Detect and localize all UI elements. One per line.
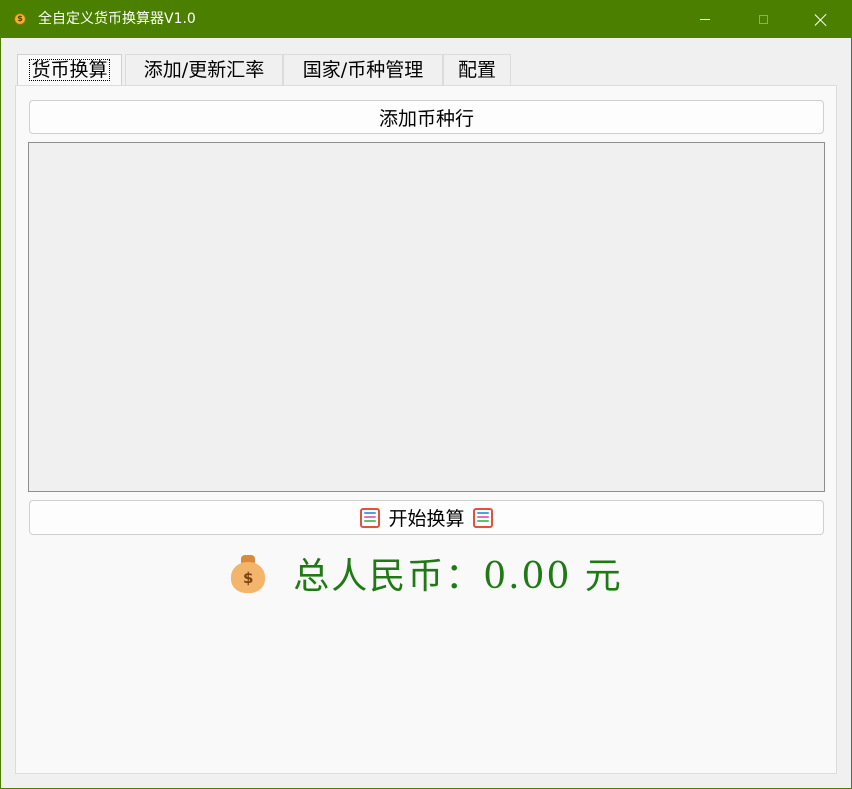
tab-settings[interactable]: 配置 bbox=[443, 54, 511, 85]
title-bar[interactable]: $ 全自定义货币换算器V1.0 bbox=[1, 1, 851, 38]
app-window: $ 全自定义货币换算器V1.0 添加币种行 开始换算 $ 总人民币：0.00 元… bbox=[0, 0, 852, 789]
tab-label: 配置 bbox=[457, 59, 496, 81]
close-button[interactable] bbox=[792, 1, 850, 38]
start-conversion-button[interactable]: 开始换算 bbox=[29, 500, 824, 535]
tab-label: 添加/更新汇率 bbox=[143, 59, 265, 81]
minimize-icon bbox=[700, 19, 710, 20]
tab-content-panel: 添加币种行 开始换算 $ 总人民币：0.00 元 bbox=[15, 85, 837, 774]
tab-country-currency-management[interactable]: 国家/币种管理 bbox=[283, 54, 443, 85]
abacus-icon bbox=[360, 507, 381, 528]
abacus-icon bbox=[472, 507, 493, 528]
close-icon bbox=[814, 13, 828, 27]
minimize-button[interactable] bbox=[676, 1, 734, 38]
add-currency-row-label: 添加币种行 bbox=[378, 107, 474, 130]
window-title: 全自定义货币换算器V1.0 bbox=[38, 11, 196, 27]
tab-currency-conversion[interactable]: 货币换算 bbox=[17, 54, 122, 85]
currency-rows-area[interactable] bbox=[28, 142, 825, 492]
tab-add-update-rates[interactable]: 添加/更新汇率 bbox=[125, 54, 283, 85]
add-currency-row-button[interactable]: 添加币种行 bbox=[29, 100, 824, 134]
maximize-button[interactable] bbox=[734, 1, 792, 38]
total-rmb-display: $ 总人民币：0.00 元 bbox=[16, 548, 836, 598]
start-conversion-label: 开始换算 bbox=[388, 508, 465, 530]
total-rmb-text: 总人民币：0.00 元 bbox=[293, 556, 623, 597]
maximize-icon bbox=[758, 15, 768, 24]
tab-label: 国家/币种管理 bbox=[302, 59, 424, 81]
money-bag-icon: $ bbox=[229, 552, 267, 594]
tab-label: 货币换算 bbox=[29, 59, 110, 81]
coin-icon: $ bbox=[14, 13, 26, 25]
